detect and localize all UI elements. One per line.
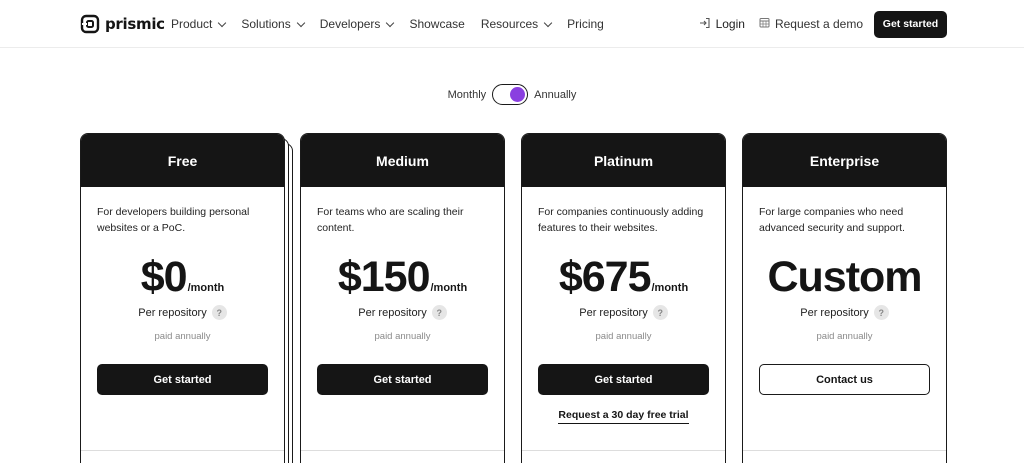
- price-unit-label: Per repository: [138, 306, 207, 319]
- nav-item-label: Developers: [319, 17, 381, 31]
- brand-logo[interactable]: prismic: [80, 13, 165, 35]
- plan-description: For teams who are scaling their content.: [317, 206, 464, 234]
- plan-card-medium: Medium For teams who are scaling their c…: [300, 133, 505, 463]
- price-amount: $150: [337, 253, 431, 301]
- prismic-logo-icon: [80, 14, 100, 34]
- billing-toggle[interactable]: [492, 84, 529, 105]
- nav-item-label: Pricing: [567, 17, 604, 31]
- plan-price: Custom: [743, 253, 946, 301]
- plan-description: For large companies who need advanced se…: [759, 206, 905, 234]
- login-link[interactable]: Login: [699, 10, 745, 38]
- nav-actions: Login Request a demo Get started: [699, 10, 947, 38]
- plan-description: For companies continuously adding featur…: [538, 206, 704, 234]
- billing-toggle-row: Monthly Annually: [0, 84, 1024, 105]
- nav-item-resources[interactable]: Resources: [480, 16, 553, 32]
- chevron-down-icon: [218, 18, 227, 27]
- nav-item-label: Resources: [480, 17, 539, 31]
- billing-note: paid annually: [154, 331, 211, 342]
- chevron-down-icon: [543, 18, 553, 27]
- free-trial-label: Request a 30 day free trial: [558, 409, 689, 424]
- chevron-down-icon: [296, 18, 305, 27]
- calendar-icon: [759, 17, 770, 31]
- monthly-label[interactable]: Monthly: [448, 89, 487, 101]
- divider: [522, 450, 725, 451]
- plan-price: $150 /month: [301, 253, 504, 301]
- top-nav: prismic Product Solutions Developers Sho…: [0, 0, 1024, 48]
- price-unit: Per repository ?: [743, 305, 946, 320]
- price-unit: Per repository ?: [522, 305, 725, 320]
- price-amount: $0: [140, 253, 188, 301]
- annually-label[interactable]: Annually: [534, 89, 576, 101]
- price-unit: Per repository ?: [301, 305, 504, 320]
- nav-item-developers[interactable]: Developers: [319, 16, 395, 32]
- nav-links: Product Solutions Developers Showcase Re…: [171, 16, 620, 32]
- plan-name: Platinum: [522, 134, 725, 187]
- nav-item-label: Product: [171, 17, 213, 31]
- chevron-down-icon: [386, 18, 395, 27]
- login-label: Login: [715, 17, 745, 31]
- price-period: /month: [187, 282, 225, 294]
- request-demo-link[interactable]: Request a demo: [759, 10, 863, 38]
- plan-name: Enterprise: [743, 134, 946, 187]
- price-amount: $675: [558, 253, 652, 301]
- plan-card-free: Free For developers building personal we…: [80, 133, 285, 463]
- get-started-button[interactable]: Get started: [97, 364, 268, 395]
- price-period: /month: [430, 282, 468, 294]
- get-started-button[interactable]: Get started: [317, 364, 488, 395]
- brand-name: prismic: [105, 15, 165, 33]
- get-started-button[interactable]: Get started: [538, 364, 709, 395]
- plan-name: Free: [81, 134, 284, 187]
- help-icon[interactable]: ?: [431, 305, 447, 320]
- login-icon: [699, 17, 711, 32]
- nav-item-pricing[interactable]: Pricing: [567, 16, 604, 32]
- free-trial-link[interactable]: Request a 30 day free trial: [522, 409, 725, 424]
- help-icon[interactable]: ?: [873, 305, 889, 320]
- nav-item-solutions[interactable]: Solutions: [241, 16, 305, 32]
- plan-description: For developers building personal website…: [97, 206, 250, 234]
- price-amount: Custom: [767, 253, 922, 301]
- price-unit-label: Per repository: [358, 306, 427, 319]
- divider: [743, 450, 946, 451]
- plan-name: Medium: [301, 134, 504, 187]
- price-unit-label: Per repository: [579, 306, 648, 319]
- billing-note: paid annually: [816, 331, 873, 342]
- request-demo-label: Request a demo: [774, 17, 863, 31]
- divider: [301, 450, 504, 451]
- nav-item-label: Showcase: [409, 17, 465, 31]
- contact-us-button[interactable]: Contact us: [759, 364, 930, 395]
- price-unit: Per repository ?: [81, 305, 284, 320]
- nav-item-product[interactable]: Product: [171, 16, 227, 32]
- nav-item-label: Solutions: [241, 17, 291, 31]
- nav-item-showcase[interactable]: Showcase: [409, 16, 464, 32]
- help-icon[interactable]: ?: [652, 305, 668, 320]
- plan-price: $0 /month: [81, 253, 284, 301]
- price-period: /month: [651, 282, 689, 294]
- plan-card-enterprise: Enterprise For large companies who need …: [742, 133, 947, 463]
- billing-note: paid annually: [374, 331, 431, 342]
- toggle-knob: [510, 86, 526, 102]
- get-started-button[interactable]: Get started: [874, 10, 947, 38]
- plan-price: $675 /month: [522, 253, 725, 301]
- divider: [81, 450, 284, 451]
- plan-card-platinum: Platinum For companies continuously addi…: [521, 133, 726, 463]
- price-unit-label: Per repository: [800, 306, 869, 319]
- billing-note: paid annually: [595, 331, 652, 342]
- help-icon[interactable]: ?: [211, 305, 227, 320]
